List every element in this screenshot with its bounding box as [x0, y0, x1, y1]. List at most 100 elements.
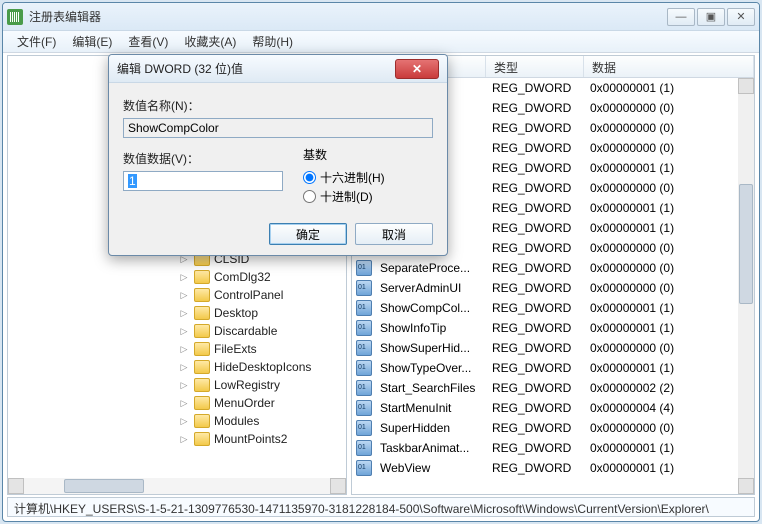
cell-type: REG_DWORD [484, 101, 582, 115]
list-row[interactable]: TaskbarAnimat...REG_DWORD0x00000001 (1) [352, 438, 738, 458]
menu-file[interactable]: 文件(F) [9, 31, 64, 52]
cell-data: 0x00000002 (2) [582, 381, 738, 395]
col-type[interactable]: 类型 [486, 56, 584, 77]
tree-item-label: Discardable [214, 324, 277, 338]
value-name-label: 数值名称(N)： [123, 97, 433, 114]
expand-icon[interactable]: ▷ [178, 326, 190, 337]
tree-item-menuorder[interactable]: ▷ MenuOrder [8, 394, 346, 412]
tree-item-modules[interactable]: ▷Modules [8, 412, 346, 430]
tree-item-label: FileExts [214, 342, 257, 356]
dialog-titlebar[interactable]: 编辑 DWORD (32 位)值 ✕ [109, 55, 447, 83]
radix-dec-radio[interactable] [303, 190, 316, 203]
list-row[interactable]: ShowCompCol...REG_DWORD0x00000001 (1) [352, 298, 738, 318]
minimize-button[interactable]: — [667, 8, 695, 26]
radix-dec-option[interactable]: 十进制(D) [303, 188, 433, 205]
maximize-button[interactable]: ▣ [697, 8, 725, 26]
tree-item-label: MountPoints2 [214, 432, 287, 446]
titlebar[interactable]: 注册表编辑器 — ▣ ✕ [3, 3, 759, 31]
list-row[interactable]: WebViewREG_DWORD0x00000001 (1) [352, 458, 738, 478]
cell-type: REG_DWORD [484, 121, 582, 135]
folder-icon [194, 324, 210, 338]
cell-type: REG_DWORD [484, 81, 582, 95]
expand-icon[interactable]: ▷ [178, 398, 190, 409]
list-row[interactable]: StartMenuInitREG_DWORD0x00000004 (4) [352, 398, 738, 418]
cell-type: REG_DWORD [484, 441, 582, 455]
dword-icon [356, 400, 372, 416]
menu-favorites[interactable]: 收藏夹(A) [176, 31, 244, 52]
list-vertical-scrollbar[interactable] [738, 78, 754, 494]
tree-item-comdlg32[interactable]: ▷ComDlg32 [8, 268, 346, 286]
scroll-up-arrow[interactable] [738, 78, 754, 94]
scroll-left-arrow[interactable] [8, 478, 24, 494]
tree-item-desktop[interactable]: ▷ Desktop [8, 304, 346, 322]
cell-name: Start_SearchFiles [372, 381, 484, 395]
list-row[interactable]: ShowInfoTipREG_DWORD0x00000001 (1) [352, 318, 738, 338]
edit-dword-dialog[interactable]: 编辑 DWORD (32 位)值 ✕ 数值名称(N)： 数值数据(V)： 1 基… [108, 54, 448, 256]
menu-edit[interactable]: 编辑(E) [64, 31, 120, 52]
radix-hex-label: 十六进制(H) [320, 169, 385, 186]
cell-data: 0x00000000 (0) [582, 281, 738, 295]
tree-item-label: HideDesktopIcons [214, 360, 311, 374]
cell-data: 0x00000000 (0) [582, 101, 738, 115]
cell-type: REG_DWORD [484, 241, 582, 255]
statusbar: 计算机\HKEY_USERS\S-1-5-21-1309776530-14711… [7, 497, 755, 517]
close-button[interactable]: ✕ [727, 8, 755, 26]
dword-icon [356, 320, 372, 336]
radix-hex-option[interactable]: 十六进制(H) [303, 169, 433, 186]
tree-item-label: MenuOrder [214, 396, 275, 410]
tree-item-label: ControlPanel [214, 288, 283, 302]
tree-horizontal-scrollbar[interactable] [8, 478, 346, 494]
tree-item-controlpanel[interactable]: ▷ ControlPanel [8, 286, 346, 304]
dword-icon [356, 340, 372, 356]
dialog-close-button[interactable]: ✕ [395, 59, 439, 79]
radix-hex-radio[interactable] [303, 171, 316, 184]
value-name-field[interactable] [123, 118, 433, 138]
list-row[interactable]: ShowSuperHid...REG_DWORD0x00000000 (0) [352, 338, 738, 358]
tree-item-lowregistry[interactable]: ▷LowRegistry [8, 376, 346, 394]
tree-item-mountpoints2[interactable]: ▷ MountPoints2 [8, 430, 346, 448]
expand-icon[interactable]: ▷ [178, 380, 190, 391]
scroll-thumb[interactable] [64, 479, 144, 493]
value-data-field[interactable]: 1 [123, 171, 283, 191]
menu-view[interactable]: 查看(V) [120, 31, 176, 52]
list-row[interactable]: SeparateProce...REG_DWORD0x00000000 (0) [352, 258, 738, 278]
cell-data: 0x00000000 (0) [582, 341, 738, 355]
cell-data: 0x00000001 (1) [582, 441, 738, 455]
expand-icon[interactable]: ▷ [178, 308, 190, 319]
scroll-thumb[interactable] [739, 184, 753, 304]
tree-item-label: Desktop [214, 306, 258, 320]
expand-icon[interactable]: ▷ [178, 272, 190, 283]
cell-type: REG_DWORD [484, 181, 582, 195]
dword-icon [356, 460, 372, 476]
list-row[interactable]: ShowTypeOver...REG_DWORD0x00000001 (1) [352, 358, 738, 378]
scroll-track[interactable] [24, 478, 330, 494]
expand-icon[interactable]: ▷ [178, 290, 190, 301]
expand-icon[interactable]: ▷ [178, 434, 190, 445]
cell-type: REG_DWORD [484, 381, 582, 395]
dword-icon [356, 280, 372, 296]
cell-type: REG_DWORD [484, 341, 582, 355]
list-row[interactable]: SuperHiddenREG_DWORD0x00000000 (0) [352, 418, 738, 438]
tree-item-hidedesktopicons[interactable]: ▷ HideDesktopIcons [8, 358, 346, 376]
col-data[interactable]: 数据 [584, 56, 754, 77]
scroll-right-arrow[interactable] [330, 478, 346, 494]
cell-type: REG_DWORD [484, 401, 582, 415]
ok-button[interactable]: 确定 [269, 223, 347, 245]
expand-icon[interactable]: ▷ [178, 416, 190, 427]
dword-icon [356, 300, 372, 316]
value-data-text: 1 [128, 174, 137, 188]
cell-name: SeparateProce... [372, 261, 484, 275]
cell-data: 0x00000000 (0) [582, 261, 738, 275]
expand-icon[interactable]: ▷ [178, 362, 190, 373]
app-icon [7, 9, 23, 25]
list-row[interactable]: ServerAdminUIREG_DWORD0x00000000 (0) [352, 278, 738, 298]
menu-help[interactable]: 帮助(H) [244, 31, 301, 52]
scroll-down-arrow[interactable] [738, 478, 754, 494]
scroll-track[interactable] [738, 94, 754, 478]
tree-item-fileexts[interactable]: ▷ FileExts [8, 340, 346, 358]
list-row[interactable]: Start_SearchFilesREG_DWORD0x00000002 (2) [352, 378, 738, 398]
expand-icon[interactable]: ▷ [178, 344, 190, 355]
folder-icon [194, 288, 210, 302]
cancel-button[interactable]: 取消 [355, 223, 433, 245]
tree-item-discardable[interactable]: ▷ Discardable [8, 322, 346, 340]
